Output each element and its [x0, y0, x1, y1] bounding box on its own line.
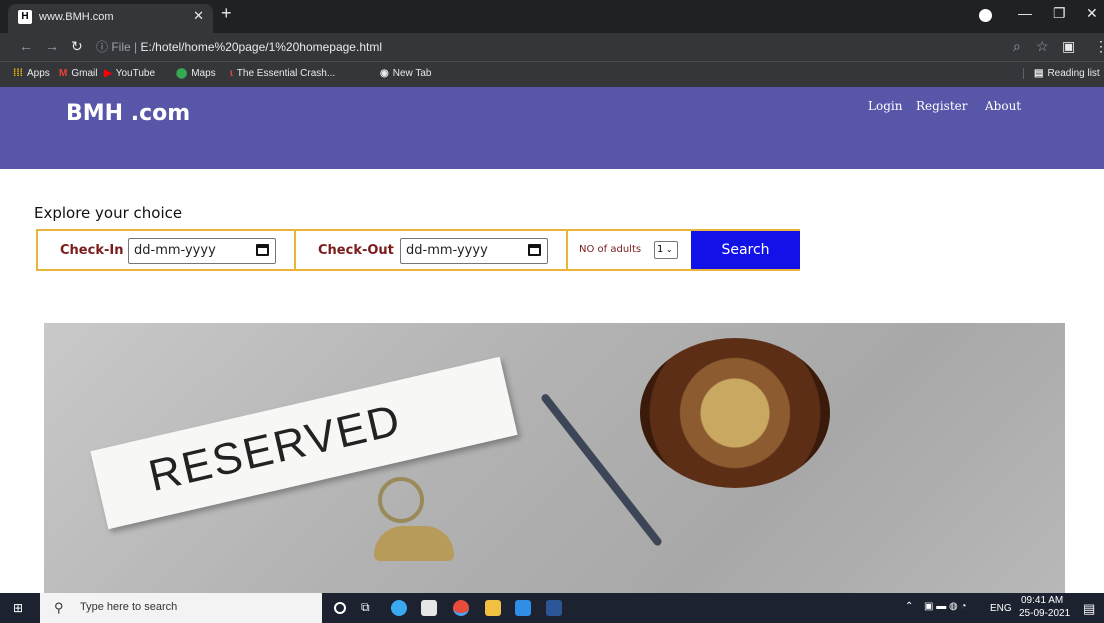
reload-icon[interactable]: ↻ [71, 38, 83, 55]
close-window-icon[interactable]: ✕ [1086, 5, 1098, 22]
checkout-cell: Check-Out dd-mm-yyyy [296, 231, 568, 269]
file-explorer-icon[interactable] [485, 600, 501, 616]
minimize-icon[interactable]: — [1018, 5, 1032, 21]
word-icon[interactable] [546, 600, 562, 616]
globe-icon: ◉ [380, 68, 389, 79]
url-scheme: File [111, 40, 131, 54]
service-bell-icon [640, 338, 830, 488]
reading-list[interactable]: ▤ Reading list [1023, 68, 1100, 79]
browser-tab[interactable]: H www.BMH.com ✕ [8, 4, 213, 33]
gmail-icon: M [59, 68, 68, 79]
site-favicon-icon: H [18, 10, 32, 24]
bookmark-newtab[interactable]: ◉ New Tab [380, 68, 431, 79]
chevron-down-icon: ⌄ [663, 245, 673, 254]
site-logo[interactable]: BMH .com [66, 101, 190, 126]
nav-register[interactable]: Register [916, 99, 967, 113]
menu-icon[interactable]: ⋮ [1094, 38, 1104, 55]
cortana-icon[interactable] [334, 602, 346, 614]
adults-select[interactable]: 1 ⌄ [654, 241, 678, 259]
adults-label: NO of adults [579, 244, 642, 255]
tab-title: www.BMH.com [39, 11, 114, 23]
site-header: BMH .com Login Register About [0, 87, 1104, 169]
reading-list-icon: ▤ [1034, 68, 1044, 79]
chrome-icon[interactable] [453, 600, 469, 616]
profile-icon[interactable] [979, 9, 992, 22]
info-icon: ⓘ [96, 40, 112, 54]
calendar-icon[interactable] [528, 244, 541, 256]
back-icon[interactable]: ← [19, 38, 33, 54]
youtube-icon: ▶ [104, 68, 112, 79]
search-icon: ⚲ [54, 600, 64, 615]
edge-icon[interactable] [391, 600, 407, 616]
checkin-cell: Check-In dd-mm-yyyy [38, 231, 296, 269]
url-text: E:/hotel/home%20page/1%20homepage.html [140, 40, 382, 54]
keys-icon [374, 471, 464, 571]
zoom-icon[interactable]: ⌕ [1013, 38, 1021, 55]
bookmark-youtube[interactable]: ▶ YouTube [104, 68, 155, 79]
calendar-icon[interactable] [256, 244, 269, 256]
maps-pin-icon: ⬤ [176, 68, 188, 79]
notifications-icon[interactable]: ▤ [1083, 601, 1095, 617]
restore-icon[interactable]: ❐ [1053, 5, 1066, 22]
bookmarks-bar: ⁞⁞⁞ Apps M Gmail ▶ YouTube ⬤ Maps ɩ The Essen… [0, 61, 1104, 87]
task-view-icon[interactable]: ⧉ [361, 600, 377, 616]
bookmark-gmail[interactable]: M Gmail [59, 68, 97, 79]
bookmark-crash[interactable]: ɩ The Essential Crash... [230, 68, 335, 79]
language-indicator[interactable]: ENG [990, 603, 1012, 614]
hero-image: RESERVED [44, 323, 1065, 593]
booking-form: Check-In dd-mm-yyyy Check-Out dd-mm-yyyy… [36, 229, 800, 271]
bookmark-apps[interactable]: ⁞⁞⁞ Apps [13, 68, 50, 79]
tray-icons[interactable]: ▣ ▬ ◍ ◔ [924, 601, 967, 612]
forward-icon[interactable]: → [45, 38, 59, 54]
address-bar: ← → ↻ ⓘ File | E:/hotel/home%20page/1%20… [0, 33, 1104, 61]
explore-heading: Explore your choice [34, 204, 183, 222]
windows-taskbar: ⊞ ⚲ Type here to search ⧉ ⌃ ▣ ▬ ◍ ◔ ENG … [0, 593, 1104, 623]
taskbar-search[interactable]: ⚲ Type here to search [40, 593, 322, 623]
new-tab-icon[interactable]: + [221, 3, 232, 24]
clock-date[interactable]: 25-09-2021 [1019, 608, 1070, 619]
apps-grid-icon: ⁞⁞⁞ [13, 68, 23, 79]
store-icon[interactable] [421, 600, 437, 616]
checkin-date-input[interactable]: dd-mm-yyyy [128, 238, 276, 264]
search-button[interactable]: Search [691, 231, 800, 269]
crash-course-icon: ɩ [230, 68, 233, 79]
bookmark-maps[interactable]: ⬤ Maps [176, 68, 216, 79]
bookmark-star-icon[interactable]: ☆ [1036, 38, 1049, 55]
nav-login[interactable]: Login [868, 99, 902, 113]
nav-about[interactable]: About [985, 99, 1021, 113]
vscode-icon[interactable] [515, 600, 531, 616]
clock-time[interactable]: 09:41 AM [1021, 595, 1063, 606]
url-field[interactable]: ⓘ File | E:/hotel/home%20page/1%20homepa… [96, 38, 382, 55]
tray-chevron-icon[interactable]: ⌃ [905, 601, 913, 612]
extension-icon[interactable]: ▣ [1062, 38, 1075, 55]
checkin-label: Check-In [60, 243, 124, 258]
checkout-label: Check-Out [318, 243, 394, 258]
checkout-date-input[interactable]: dd-mm-yyyy [400, 238, 548, 264]
close-tab-icon[interactable]: ✕ [193, 9, 204, 24]
windows-start-icon[interactable]: ⊞ [13, 601, 23, 615]
browser-tab-bar: H www.BMH.com ✕ + — ❐ ✕ [0, 0, 1104, 33]
